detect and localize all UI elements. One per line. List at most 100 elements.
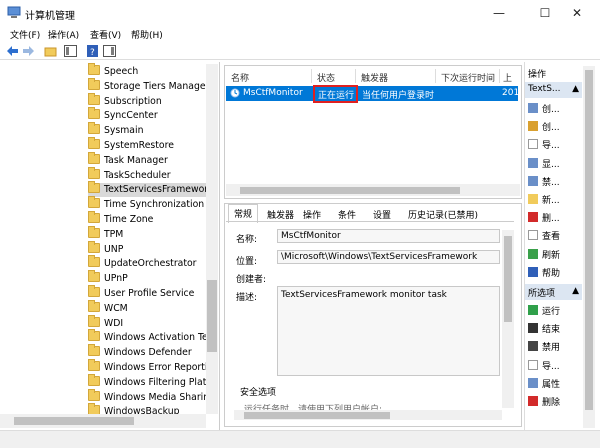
tasklist-hscroll-thumb[interactable] — [240, 187, 460, 194]
tree-item[interactable]: SystemRestore — [88, 137, 174, 153]
author-field[interactable] — [277, 268, 500, 282]
details-scroll-thumb[interactable] — [504, 236, 512, 322]
section-task-folder-label: TextS... — [528, 84, 561, 94]
action-item[interactable]: 查看 — [528, 229, 560, 242]
folder-icon — [88, 107, 100, 120]
folder-icon — [88, 122, 100, 135]
column-last-run[interactable]: 上 — [503, 71, 512, 84]
location-field[interactable]: \Microsoft\Windows\TextServicesFramework — [277, 250, 500, 264]
action-item[interactable]: 帮助 — [528, 266, 560, 279]
menu-file[interactable]: 文件(F) — [10, 28, 40, 41]
refresh-icon — [528, 248, 538, 259]
tree-item-label: Windows Defender — [104, 347, 192, 359]
status-bar — [0, 430, 600, 448]
tree-item-label: Subscription — [104, 95, 162, 107]
tab-actions[interactable]: 操作 — [303, 208, 321, 221]
actions-header: 操作 — [528, 70, 547, 80]
tree-item-label: Windows Activation Tec — [104, 332, 213, 344]
tree-scroll-thumb[interactable] — [207, 280, 217, 352]
name-field[interactable]: MsCtfMonitor — [277, 229, 500, 243]
details-hscroll-thumb[interactable] — [244, 412, 390, 419]
tree-item[interactable]: Windows Filtering Platfc — [88, 373, 215, 390]
tree-item[interactable]: TextServicesFramework — [88, 181, 214, 198]
actions-scroll-thumb[interactable] — [585, 70, 593, 410]
action-item[interactable]: 导... — [528, 138, 560, 151]
tree-item[interactable]: Sysmain — [88, 122, 143, 138]
tab-settings[interactable]: 设置 — [373, 208, 391, 221]
tree-item-label: SystemRestore — [104, 140, 174, 151]
tree-item[interactable]: Subscription — [88, 92, 162, 109]
column-name[interactable]: 名称 — [231, 71, 249, 84]
show-hide-actions-icon[interactable] — [103, 45, 116, 57]
tree-item[interactable]: Windows Activation Tec — [88, 329, 213, 345]
task-row[interactable]: MsCtfMonitor 正在运行 当任何用户登录时 201 — [226, 86, 519, 101]
tree-item[interactable]: Time Synchronization — [88, 196, 204, 212]
close-button[interactable]: ✕ — [554, 0, 600, 26]
folder-icon — [88, 240, 100, 253]
action-item[interactable]: 删除 — [528, 395, 560, 408]
action-item-label: 显... — [542, 159, 560, 170]
forward-icon[interactable] — [22, 45, 35, 57]
tree-item-label: User Profile Service — [104, 288, 195, 299]
description-field[interactable]: TextServicesFramework monitor task — [277, 286, 500, 376]
tree-item[interactable]: Storage Tiers Managen — [88, 77, 212, 94]
action-item[interactable]: 属性 — [528, 377, 560, 390]
tree-item[interactable]: User Profile Service — [88, 285, 195, 301]
tree-item[interactable]: Windows Error Reportir — [88, 359, 211, 375]
menu-action[interactable]: 操作(A) — [48, 28, 79, 41]
tree-item-label: TextServicesFramework — [104, 184, 214, 196]
folder-icon — [88, 270, 100, 283]
action-item-label: 导... — [542, 361, 560, 372]
action-item[interactable]: 导... — [528, 359, 560, 372]
collapse-arrow-icon[interactable]: ▲ — [572, 84, 579, 94]
action-item[interactable]: 创... — [528, 102, 560, 115]
tree-item[interactable]: Windows Defender — [88, 344, 192, 360]
tree-item[interactable]: TaskScheduler — [88, 166, 171, 183]
column-status[interactable]: 状态 — [317, 71, 335, 84]
tree-vertical-scrollbar[interactable] — [206, 64, 218, 414]
window-title: 计算机管理 — [25, 11, 75, 22]
task-status-icon — [230, 88, 240, 101]
menu-view[interactable]: 查看(V) — [90, 28, 121, 41]
action-item[interactable]: 禁... — [528, 175, 560, 188]
tab-history[interactable]: 历史记录(已禁用) — [408, 208, 478, 221]
folder-icon — [88, 151, 100, 164]
action-item[interactable]: 显... — [528, 157, 560, 170]
action-item[interactable]: 刷新 — [528, 248, 560, 261]
action-item[interactable]: 禁用 — [528, 340, 560, 353]
show-hide-tree-icon[interactable] — [64, 45, 77, 57]
tree-hscroll-thumb[interactable] — [14, 417, 134, 425]
up-folder-icon[interactable] — [44, 45, 57, 57]
column-next-run[interactable]: 下次运行时间 — [441, 71, 495, 84]
export-icon — [528, 359, 538, 370]
action-item[interactable]: 创... — [528, 120, 560, 133]
column-trigger[interactable]: 触发器 — [361, 71, 388, 84]
display-icon — [528, 157, 538, 168]
tree-item[interactable]: Task Manager — [88, 151, 168, 168]
collapse-arrow-icon[interactable]: ▲ — [572, 286, 579, 296]
actions-section-selected[interactable]: 所选项 ▲ — [525, 284, 582, 300]
tree-item[interactable]: Speech — [88, 63, 138, 79]
actions-section-task-folder[interactable]: TextS... ▲ — [525, 82, 582, 98]
back-icon[interactable] — [6, 45, 19, 57]
tree-item-label: Storage Tiers Managen — [104, 80, 212, 92]
folder-icon — [88, 211, 100, 223]
tab-triggers[interactable]: 触发器 — [267, 208, 294, 221]
tree-item-label: Task Manager — [104, 154, 168, 166]
tree-item[interactable]: Time Zone — [88, 211, 153, 227]
minimize-button[interactable]: — — [476, 0, 522, 26]
tree-item-label: UpdateOrchestrator — [104, 258, 197, 270]
tree-item-label: UPnP — [104, 273, 128, 285]
tree-item[interactable]: UpdateOrchestrator — [88, 255, 197, 271]
menu-help[interactable]: 帮助(H) — [131, 28, 163, 41]
tree-item[interactable]: Windows Media Sharin — [88, 388, 209, 405]
section-selected-label: 所选项 — [528, 289, 556, 299]
help-icon[interactable]: ? — [86, 45, 99, 58]
tab-conditions[interactable]: 条件 — [338, 208, 356, 221]
action-item[interactable]: 结束 — [528, 322, 560, 335]
action-item[interactable]: 新... — [528, 193, 560, 206]
tree-item[interactable]: SyncCenter — [88, 107, 158, 123]
action-item[interactable]: 运行 — [528, 304, 560, 317]
name-label: 名称: — [236, 235, 258, 245]
action-item[interactable]: 删... — [528, 211, 560, 224]
